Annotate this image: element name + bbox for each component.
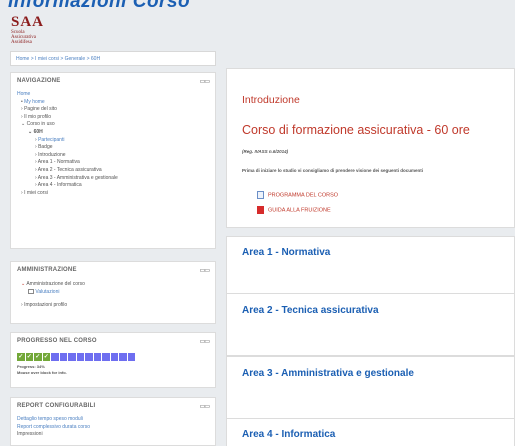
grades-table-icon xyxy=(28,289,34,295)
progress-info: Mouse over block for info. xyxy=(17,370,67,375)
administration-block: AMMINISTRAZIONE ▭▭ ⌄ Amministrazione del… xyxy=(10,261,216,324)
chevron-right-icon: › xyxy=(21,189,23,196)
bullet-icon: • xyxy=(21,98,23,105)
progress-bar[interactable]: ✓ ✓ ✓ ✓ xyxy=(17,353,209,361)
progress-cell-complete[interactable]: ✓ xyxy=(34,353,42,361)
nav-item-participants[interactable]: › Partecipanti xyxy=(17,137,209,145)
area-section[interactable]: Area 4 - Informatica xyxy=(226,418,515,446)
chevron-right-icon: › xyxy=(21,106,23,113)
progress-cell-incomplete[interactable] xyxy=(93,353,101,361)
intro-section: Introduzione Corso di formazione assicur… xyxy=(226,68,515,228)
area-title[interactable]: Area 1 - Normativa xyxy=(242,247,330,258)
progress-cell-incomplete[interactable] xyxy=(102,353,110,361)
area-section[interactable]: Area 1 - Normativa xyxy=(226,236,515,299)
area-section[interactable]: Area 2 - Tecnica assicurativa xyxy=(226,293,515,356)
nav-item-current-course[interactable]: ⌄ Corso in uso xyxy=(17,121,209,129)
progress-cell-incomplete[interactable] xyxy=(119,353,127,361)
main-content: Introduzione Corso di formazione assicur… xyxy=(226,68,515,446)
nav-item-site-pages[interactable]: › Pagine del sito xyxy=(17,106,209,114)
nav-item-area4[interactable]: › Area 4 - Informatica xyxy=(17,182,209,190)
progress-cell-incomplete[interactable] xyxy=(127,353,135,361)
progress-cell-incomplete[interactable] xyxy=(59,353,67,361)
nav-item-badges[interactable]: › Badge xyxy=(17,144,209,152)
logo-line-3: Assidifesa xyxy=(11,40,32,45)
document-link-guide[interactable]: GUIDA ALLA FRUIZIONE xyxy=(257,206,331,214)
chevron-right-icon: › xyxy=(35,182,37,189)
navigation-tree: Home • My home › Pagine del sito › Il mi… xyxy=(11,89,215,199)
top-title: Informazioni Corso xyxy=(8,0,191,12)
chevron-right-icon: › xyxy=(35,144,37,151)
reports-list: Dettaglio tempo speso moduli Report comp… xyxy=(11,414,215,441)
chevron-down-icon: ⌄ xyxy=(21,281,26,287)
reports-block: REPORT CONFIGURABILI ▭▭ Dettaglio tempo … xyxy=(10,397,216,446)
navigation-title: NAVIGAZIONE xyxy=(17,78,61,84)
document-icon xyxy=(257,191,264,199)
progress-block: PROGRESSO NEL CORSO ▭▭ ✓ ✓ ✓ ✓ Progress: 34… xyxy=(10,332,216,388)
chevron-right-icon: › xyxy=(21,302,23,308)
nav-item-course-60h[interactable]: ⌄ 60H xyxy=(17,129,209,137)
area-title[interactable]: Area 3 - Amministrativa e gestionale xyxy=(242,368,414,379)
nav-item-area1[interactable]: › Area 1 - Normativa xyxy=(17,159,209,167)
chevron-right-icon: › xyxy=(35,166,37,173)
nav-item-my-profile[interactable]: › Il mio profilo xyxy=(17,114,209,122)
dock-icon[interactable]: ▭▭ xyxy=(200,338,210,345)
intro-heading: Introduzione xyxy=(242,94,300,106)
report-link[interactable]: Dettaglio tempo speso moduli xyxy=(17,416,209,424)
admin-item-profile-settings[interactable]: › Impostazioni profilo xyxy=(17,301,209,309)
navigation-block: NAVIGAZIONE ▭▭ Home • My home › Pagine d… xyxy=(10,72,216,249)
progress-cell-complete[interactable]: ✓ xyxy=(42,353,50,361)
nav-item-area3[interactable]: › Area 3 - Amministrativa e gestionale xyxy=(17,175,209,183)
area-title[interactable]: Area 4 - Informatica xyxy=(242,429,335,440)
administration-block-header: AMMINISTRAZIONE ▭▭ xyxy=(11,262,215,278)
report-link[interactable]: Report complessivo durata corso xyxy=(17,424,209,432)
progress-cell-incomplete[interactable] xyxy=(51,353,59,361)
instruction-text: Prima di iniziare lo studio vi consiglia… xyxy=(242,168,424,173)
nav-item-my-courses[interactable]: › I miei corsi xyxy=(17,190,209,198)
admin-item-grades[interactable]: Valutazioni xyxy=(17,288,209,296)
dock-icon[interactable]: ▭▭ xyxy=(200,267,210,274)
area-section[interactable]: Area 3 - Amministrativa e gestionale xyxy=(226,356,515,419)
dock-icon[interactable]: ▭▭ xyxy=(200,78,210,85)
navigation-block-header: NAVIGAZIONE ▭▭ xyxy=(11,73,215,89)
chevron-right-icon: › xyxy=(21,113,23,120)
dock-icon[interactable]: ▭▭ xyxy=(200,403,210,410)
progress-block-header: PROGRESSO NEL CORSO ▭▭ xyxy=(11,333,215,349)
nav-home[interactable]: Home xyxy=(17,91,209,99)
logo-abbr: SAA xyxy=(11,14,45,30)
progress-cell-complete[interactable]: ✓ xyxy=(25,353,33,361)
progress-title: PROGRESSO NEL CORSO xyxy=(17,338,97,344)
report-link[interactable]: Impressioni xyxy=(17,431,209,439)
progress-cell-incomplete[interactable] xyxy=(85,353,93,361)
progress-cell-incomplete[interactable] xyxy=(76,353,84,361)
chevron-down-icon: ⌄ xyxy=(21,121,26,128)
reports-title: REPORT CONFIGURABILI xyxy=(17,403,96,409)
pdf-icon xyxy=(257,206,264,214)
nav-item-intro[interactable]: › Introduzione xyxy=(17,152,209,160)
chevron-right-icon: › xyxy=(35,136,37,143)
breadcrumb[interactable]: Home > I miei corsi > Generale > 60H xyxy=(10,51,216,66)
top-banner: Informazioni Corso xyxy=(0,0,515,22)
chevron-right-icon: › xyxy=(35,174,37,181)
chevron-right-icon: › xyxy=(35,151,37,158)
administration-tree: ⌄ Amministrazione del corso Valutazioni … xyxy=(11,278,215,311)
document-link-program[interactable]: PROGRAMMA DEL CORSO xyxy=(257,191,338,199)
chevron-right-icon: › xyxy=(35,159,37,166)
progress-body: ✓ ✓ ✓ ✓ Progress: 34% Mouse over block for … xyxy=(11,349,215,378)
chevron-down-icon: ⌄ xyxy=(28,128,33,135)
progress-cell-incomplete[interactable] xyxy=(68,353,76,361)
area-title[interactable]: Area 2 - Tecnica assicurativa xyxy=(242,305,379,316)
nav-item-my-home[interactable]: • My home xyxy=(17,99,209,107)
regulation-note: (Reg. IVASS n.6/2014) xyxy=(242,149,289,154)
admin-item-course-admin[interactable]: ⌄ Amministrazione del corso xyxy=(17,280,209,288)
reports-block-header: REPORT CONFIGURABILI ▭▭ xyxy=(11,398,215,414)
progress-cell-complete[interactable]: ✓ xyxy=(17,353,25,361)
site-logo[interactable]: SAA Scuola Assicurativa Assidifesa xyxy=(11,14,71,52)
progress-cell-incomplete[interactable] xyxy=(110,353,118,361)
course-title: Corso di formazione assicurativa - 60 or… xyxy=(242,123,470,137)
nav-item-area2[interactable]: › Area 2 - Tecnica assicurativa xyxy=(17,167,209,175)
administration-title: AMMINISTRAZIONE xyxy=(17,267,77,273)
